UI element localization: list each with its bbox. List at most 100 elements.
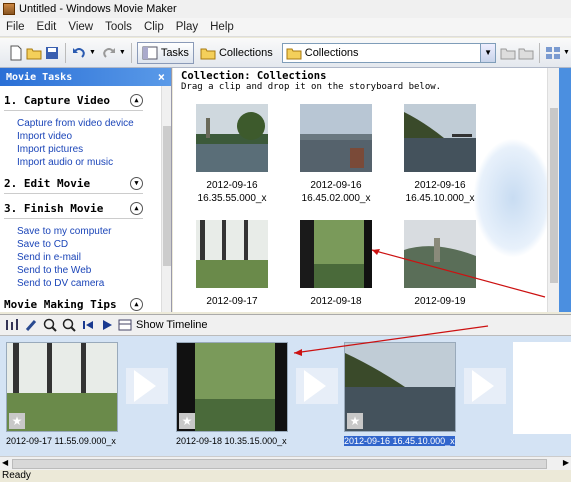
new-file-icon bbox=[10, 45, 22, 60]
chevron-up-icon[interactable]: ▲ bbox=[130, 297, 143, 311]
task-import-video[interactable]: Import video bbox=[0, 130, 171, 143]
tasks-button[interactable]: Tasks bbox=[136, 41, 194, 64]
open-project-button[interactable] bbox=[26, 42, 42, 64]
menu-edit[interactable]: Edit bbox=[31, 21, 63, 33]
redo-icon bbox=[103, 47, 115, 58]
chevron-down-icon[interactable]: ▼ bbox=[480, 43, 496, 62]
section-title[interactable]: 2. Edit Movie bbox=[4, 177, 90, 190]
collections-button[interactable]: Collections bbox=[196, 42, 277, 64]
undo-dropdown-arrow[interactable]: ▼ bbox=[89, 42, 96, 64]
clip-thumbnail bbox=[300, 220, 372, 288]
chevron-down-icon[interactable]: ▼ bbox=[130, 176, 143, 190]
clip-thumbnail bbox=[300, 104, 372, 172]
collection-clip[interactable]: 2012-09-18 bbox=[281, 220, 391, 308]
up-one-level-button[interactable] bbox=[500, 42, 516, 64]
clip-thumbnail bbox=[404, 104, 476, 172]
collection-clip[interactable]: 2012-09-19 bbox=[385, 220, 495, 308]
tasks-pane-scrollbar[interactable] bbox=[161, 86, 171, 312]
menu-bar: File Edit View Tools Clip Play Help bbox=[0, 18, 571, 37]
collection-clip[interactable]: 2012-09-16 16.45.02.000_x bbox=[281, 104, 391, 205]
clip-thumbnail bbox=[404, 220, 476, 288]
storyboard-clip[interactable]: ★ bbox=[6, 342, 118, 432]
right-edge-strip bbox=[559, 68, 571, 312]
scrollbar-thumb[interactable] bbox=[12, 459, 547, 469]
zoom-out-button[interactable] bbox=[61, 318, 76, 333]
scroll-right-arrow[interactable]: ▶ bbox=[563, 458, 569, 467]
views-button[interactable] bbox=[545, 42, 561, 64]
storyboard-clip-caption: 2012-09-17 11.55.09.000_x bbox=[6, 436, 116, 446]
show-timeline-label: Show Timeline bbox=[136, 319, 208, 331]
menu-play[interactable]: Play bbox=[170, 21, 204, 33]
chevron-up-icon[interactable]: ▲ bbox=[130, 201, 143, 215]
movie-maker-app-icon bbox=[3, 3, 15, 15]
task-save-to-cd[interactable]: Save to CD bbox=[0, 238, 171, 251]
empty-storyboard-slot[interactable] bbox=[513, 342, 571, 434]
section-title[interactable]: 1. Capture Video bbox=[4, 94, 110, 107]
save-project-button[interactable] bbox=[44, 42, 60, 64]
section-title[interactable]: Movie Making Tips bbox=[4, 298, 117, 311]
clip-thumbnail bbox=[196, 104, 268, 172]
set-audio-levels-button[interactable] bbox=[4, 318, 19, 333]
redo-button[interactable] bbox=[101, 42, 117, 64]
tasks-label: Tasks bbox=[160, 46, 189, 59]
toolbar-separator bbox=[65, 42, 66, 63]
views-icon bbox=[546, 46, 561, 59]
star-icon: ★ bbox=[179, 413, 195, 429]
play-icon bbox=[102, 320, 112, 330]
task-import-audio-or-music[interactable]: Import audio or music bbox=[0, 156, 171, 169]
undo-button[interactable] bbox=[71, 42, 87, 64]
section-movie-making-tips: Movie Making Tips ▲ bbox=[0, 296, 171, 312]
zoom-out-icon bbox=[62, 318, 76, 332]
narrate-timeline-button[interactable] bbox=[23, 318, 38, 333]
menu-clip[interactable]: Clip bbox=[138, 21, 170, 33]
collection-title: Collection: Collections bbox=[181, 70, 327, 82]
zoom-in-icon bbox=[43, 318, 57, 332]
task-send-to-dv-camera[interactable]: Send to DV camera bbox=[0, 277, 171, 290]
transition-slot[interactable] bbox=[296, 368, 338, 404]
collection-clip[interactable]: 2012-09-16 16.45.10.000_x bbox=[385, 104, 495, 205]
new-collection-button[interactable] bbox=[518, 42, 534, 64]
star-icon: ★ bbox=[9, 413, 25, 429]
task-send-in-email[interactable]: Send in e-mail bbox=[0, 251, 171, 264]
zoom-in-button[interactable] bbox=[42, 318, 57, 333]
task-send-to-the-web[interactable]: Send to the Web bbox=[0, 264, 171, 277]
rewind-button[interactable] bbox=[80, 318, 95, 333]
new-folder-icon bbox=[518, 48, 534, 59]
collection-pane: Collection: Collections Drag a clip and … bbox=[173, 68, 559, 312]
collection-select[interactable]: Collections ▼ bbox=[281, 42, 497, 63]
transition-slot[interactable] bbox=[126, 368, 168, 404]
menu-tools[interactable]: Tools bbox=[99, 21, 138, 33]
collection-hint: Drag a clip and drop it on the storyboar… bbox=[181, 82, 442, 92]
show-timeline-button[interactable]: Show Timeline bbox=[118, 318, 208, 333]
tasks-pane-icon bbox=[142, 46, 158, 59]
new-project-button[interactable] bbox=[8, 42, 24, 64]
redo-dropdown-arrow[interactable]: ▼ bbox=[119, 42, 126, 64]
views-dropdown-arrow[interactable]: ▼ bbox=[563, 42, 570, 64]
task-save-to-my-computer[interactable]: Save to my computer bbox=[0, 225, 171, 238]
title-bar: Untitled - Windows Movie Maker bbox=[0, 0, 571, 18]
menu-help[interactable]: Help bbox=[204, 21, 240, 33]
transition-arrow-icon bbox=[304, 370, 326, 402]
section-title[interactable]: 3. Finish Movie bbox=[4, 202, 103, 215]
movie-tasks-header: Movie Tasks × bbox=[0, 68, 171, 86]
close-icon[interactable]: × bbox=[158, 70, 165, 84]
open-folder-icon bbox=[26, 48, 42, 59]
menu-file[interactable]: File bbox=[0, 21, 31, 33]
chevron-up-icon[interactable]: ▲ bbox=[130, 93, 143, 107]
menu-view[interactable]: View bbox=[62, 21, 99, 33]
collection-clip[interactable]: 2012-09-17 bbox=[177, 220, 287, 308]
transition-slot[interactable] bbox=[464, 368, 506, 404]
transition-arrow-icon bbox=[134, 370, 156, 402]
rewind-icon bbox=[82, 321, 93, 329]
movie-tasks-title: Movie Tasks bbox=[6, 71, 73, 83]
task-capture-from-video-device[interactable]: Capture from video device bbox=[0, 117, 171, 130]
task-import-pictures[interactable]: Import pictures bbox=[0, 143, 171, 156]
collection-clip[interactable]: 2012-09-16 16.35.55.000_x bbox=[177, 104, 287, 205]
play-button[interactable] bbox=[99, 318, 114, 333]
storyboard-clip-selected[interactable]: ★ bbox=[344, 342, 456, 432]
storyboard-scrollbar[interactable]: ◀ ▶ bbox=[0, 456, 571, 470]
storyboard: ★ 2012-09-17 11.55.09.000_x ★ 2012-09-18… bbox=[0, 336, 571, 456]
scroll-left-arrow[interactable]: ◀ bbox=[2, 458, 8, 467]
storyboard-clip[interactable]: ★ bbox=[176, 342, 288, 432]
collection-scrollbar[interactable] bbox=[547, 68, 559, 312]
